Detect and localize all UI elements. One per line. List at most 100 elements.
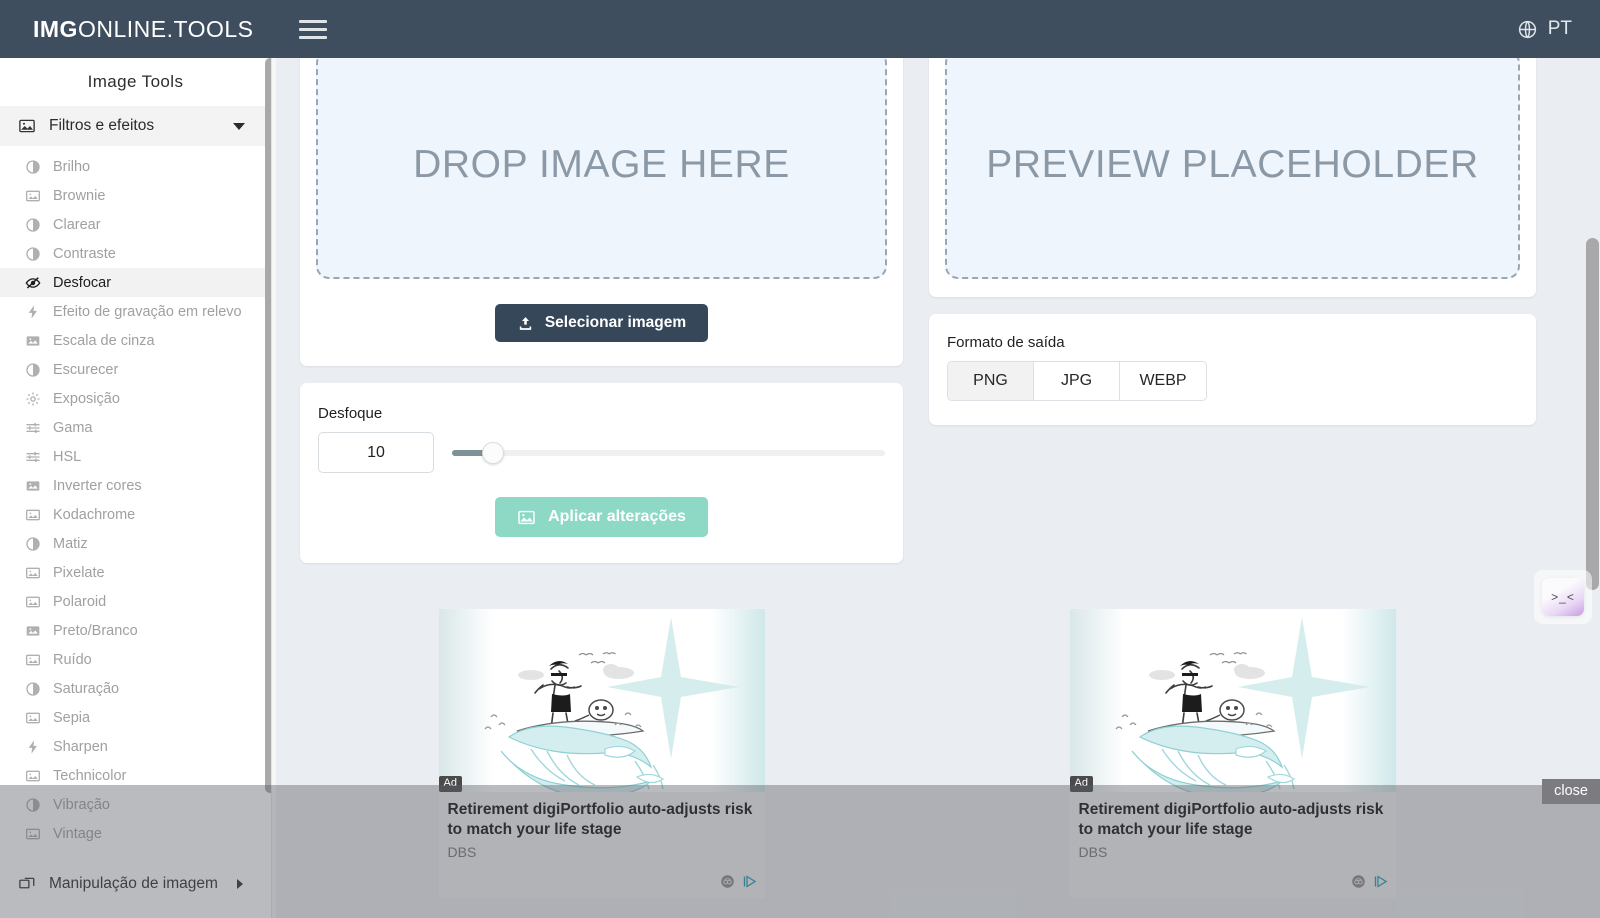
sidebar-group-manipulacao-de-imagem[interactable]: Manipulação de imagem <box>0 864 271 904</box>
sidebar-scrollbar-thumb[interactable] <box>265 58 271 793</box>
apply-changes-button[interactable]: Aplicar alterações <box>495 497 708 537</box>
bolt-icon <box>24 738 41 755</box>
sidebar-item-label: Escala de cinza <box>53 332 155 349</box>
sidebar-item-label: Saturação <box>53 680 120 697</box>
sidebar-item-label: Preto/Branco <box>53 622 138 639</box>
left-column: DROP IMAGE HERE Selecionar imagem Desfoq… <box>300 58 903 563</box>
slider-track <box>452 449 885 456</box>
hamburger-icon[interactable] <box>298 17 327 41</box>
contrast-icon <box>24 796 41 813</box>
contrast-icon <box>24 535 41 552</box>
sidebar-item-preto-branco[interactable]: Preto/Branco <box>0 616 271 645</box>
adchoices-icon[interactable] <box>720 874 735 889</box>
close-overlay-button[interactable]: close <box>1542 779 1600 804</box>
format-option-webp[interactable]: WEBP <box>1120 362 1206 400</box>
main-content: DROP IMAGE HERE Selecionar imagem Desfoq… <box>276 58 1600 918</box>
hamburger-line <box>298 27 327 31</box>
apply-row: Aplicar alterações <box>318 497 885 537</box>
sidebar-item-gama[interactable]: Gama <box>0 413 271 442</box>
sidebar-item-technicolor[interactable]: Technicolor <box>0 761 271 790</box>
ads-row: Ad Retirement digiPortfolio auto-adjusts … <box>276 609 1600 899</box>
format-option-png[interactable]: PNG <box>948 362 1034 400</box>
ad-advertiser: DBS <box>447 844 477 861</box>
contrast-icon <box>24 680 41 697</box>
ad-slot: Ad Retirement digiPortfolio auto-adjusts … <box>300 609 903 899</box>
photo-icon <box>24 332 41 349</box>
sidebar-item-satura-o[interactable]: Saturação <box>0 674 271 703</box>
sidebar-menu: Brilho Brownie Clarear Contraste Desfocar Efe… <box>0 146 271 848</box>
blur-value-input[interactable] <box>318 432 434 473</box>
sidebar-item-vibra-o[interactable]: Vibração <box>0 790 271 819</box>
sidebar-item-sepia[interactable]: Sepia <box>0 703 271 732</box>
sidebar-item-label: Sepia <box>53 709 91 726</box>
sliders-icon <box>24 419 41 436</box>
output-format-label: Formato de saída <box>947 334 1065 351</box>
adjust-field-label: Desfoque <box>318 405 383 422</box>
sidebar-item-contraste[interactable]: Contraste <box>0 239 271 268</box>
ad-headline[interactable]: Retirement digiPortfolio auto-adjusts ri… <box>1079 800 1387 839</box>
sidebar-item-escala-de-cinza[interactable]: Escala de cinza <box>0 326 271 355</box>
ad-advertiser: DBS <box>1078 844 1108 861</box>
play-triangle-icon[interactable] <box>742 874 757 889</box>
sidebar-item-exposi-o[interactable]: Exposição <box>0 384 271 413</box>
sidebar-item-matiz[interactable]: Matiz <box>0 529 271 558</box>
blur-slider[interactable] <box>452 441 885 464</box>
sidebar-item-brownie[interactable]: Brownie <box>0 181 271 210</box>
sidebar-item-hsl[interactable]: HSL <box>0 442 271 471</box>
adchoices-icon[interactable] <box>1351 874 1366 889</box>
sidebar-item-pixelate[interactable]: Pixelate <box>0 558 271 587</box>
sidebar-item-ru-do[interactable]: Ruído <box>0 645 271 674</box>
contrast-icon <box>24 245 41 262</box>
select-image-row: Selecionar imagem <box>316 304 887 342</box>
advertisement[interactable]: Ad Retirement digiPortfolio auto-adjusts … <box>438 609 765 899</box>
sidebar-item-brilho[interactable]: Brilho <box>0 152 271 181</box>
ad-body: Retirement digiPortfolio auto-adjusts ri… <box>438 792 765 867</box>
image-icon <box>24 651 41 668</box>
advertisement[interactable]: Ad Retirement digiPortfolio auto-adjusts … <box>1069 609 1396 899</box>
contrast-icon <box>24 158 41 175</box>
sidebar-item-clarear[interactable]: Clarear <box>0 210 271 239</box>
format-option-jpg[interactable]: JPG <box>1034 362 1120 400</box>
image-icon <box>518 510 535 524</box>
ad-badge: Ad <box>438 775 462 792</box>
app-root: IMGONLINE.TOOLS PT Image Tools Filtros e… <box>0 0 1600 918</box>
sidebar-group-filtros-e-efeitos[interactable]: Filtros e efeitos <box>0 106 271 146</box>
adjust-card: Desfoque 10 Aplicar alterações <box>300 383 903 563</box>
site-logo[interactable]: IMGONLINE.TOOLS <box>33 16 254 43</box>
sidebar-item-inverter-cores[interactable]: Inverter cores <box>0 471 271 500</box>
output-format-card: Formato de saída PNG JPG WEBP <box>929 314 1536 425</box>
sidebar-item-label: Gama <box>53 419 93 436</box>
sidebar-item-vintage[interactable]: Vintage <box>0 819 271 848</box>
contrast-icon <box>24 361 41 378</box>
emoji-widget-label: >_< <box>1551 590 1575 604</box>
sidebar-item-desfocar[interactable]: Desfocar <box>0 268 271 297</box>
drop-image-zone[interactable]: DROP IMAGE HERE <box>316 58 887 279</box>
sidebar-item-polaroid[interactable]: Polaroid <box>0 587 271 616</box>
crop-icon <box>18 875 38 893</box>
select-image-button[interactable]: Selecionar imagem <box>494 304 709 342</box>
ad-image[interactable]: Ad <box>1069 609 1396 792</box>
sidebar-item-label: Kodachrome <box>53 506 136 523</box>
play-triangle-icon[interactable] <box>1373 874 1388 889</box>
ad-image[interactable]: Ad <box>438 609 765 792</box>
ad-headline[interactable]: Retirement digiPortfolio auto-adjusts ri… <box>448 800 756 839</box>
sliders-icon <box>24 448 41 465</box>
apply-changes-label: Aplicar alterações <box>548 508 686 525</box>
image-icon <box>24 506 41 523</box>
contrast-icon <box>24 216 41 233</box>
image-icon <box>24 593 41 610</box>
sidebar-item-escurecer[interactable]: Escurecer <box>0 355 271 384</box>
right-column: PREVIEW PLACEHOLDER Formato de saída PNG… <box>929 58 1536 563</box>
sidebar-item-label: Clarear <box>53 216 101 233</box>
page-scrollbar-thumb[interactable] <box>1586 238 1599 590</box>
slider-thumb[interactable] <box>482 441 504 464</box>
emoji-feedback-widget[interactable]: >_< <box>1542 578 1584 616</box>
sidebar-item-efeito-de-grava-o-em-relevo[interactable]: Efeito de gravação em relevo <box>0 297 271 326</box>
sidebar-item-label: Technicolor <box>53 767 127 784</box>
image-icon <box>24 825 41 842</box>
language-switcher[interactable]: PT <box>1517 18 1572 40</box>
sidebar-item-kodachrome[interactable]: Kodachrome <box>0 500 271 529</box>
chevron-right-icon <box>237 879 243 889</box>
sidebar-item-sharpen[interactable]: Sharpen <box>0 732 271 761</box>
bolt-icon <box>24 303 41 320</box>
